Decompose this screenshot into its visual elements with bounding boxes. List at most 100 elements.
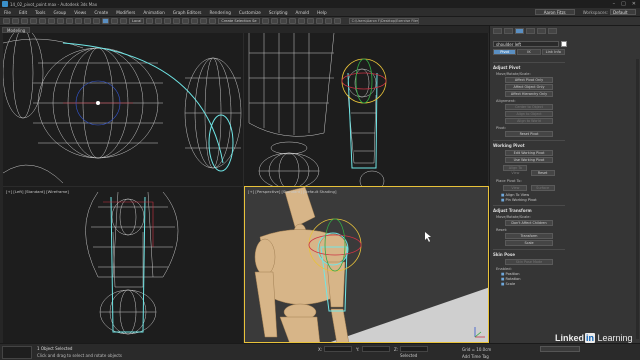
link-info-mode-button[interactable]: Link Info (541, 49, 565, 55)
viewport-top-left[interactable] (3, 33, 243, 186)
minimize-button[interactable]: – (613, 1, 616, 7)
maximize-button[interactable]: □ (621, 1, 626, 7)
menu-customize[interactable]: Customize (235, 10, 265, 15)
render-setup-button[interactable] (315, 18, 323, 24)
viewport-top-right[interactable] (244, 33, 488, 186)
place-view-button[interactable]: View (503, 185, 528, 191)
percent-snap-toggle[interactable] (191, 18, 199, 24)
menu-group[interactable]: Group (49, 10, 70, 15)
link-button[interactable] (21, 18, 28, 24)
working-pivot-rollout-title[interactable]: Working Pivot (493, 140, 565, 148)
hierarchy-tab-icon[interactable] (515, 28, 524, 34)
z-coord-field[interactable] (400, 346, 428, 352)
panel-scrollbar[interactable] (636, 59, 639, 339)
edit-working-pivot-button[interactable]: Edit Working Pivot (505, 150, 553, 156)
user-account-button[interactable]: Aaron Fitzs (534, 9, 575, 15)
menu-help[interactable]: Help (313, 10, 331, 15)
skin-pose-rollout-title[interactable]: Skin Pose (493, 249, 565, 257)
use-working-pivot-button[interactable]: Use Working Pivot (505, 157, 553, 163)
reset-working-pivot-button[interactable]: Reset (530, 170, 555, 176)
menu-scripting[interactable]: Scripting (265, 10, 292, 15)
align-to-world-button[interactable]: Align to World (505, 118, 553, 124)
rectangular-selection-button[interactable] (75, 18, 82, 24)
angle-snap-toggle[interactable] (182, 18, 190, 24)
select-rotate-button[interactable] (102, 18, 109, 24)
skin-pose-mode-button[interactable]: Skin Pose Mode (505, 259, 553, 265)
menu-arnold[interactable]: Arnold (292, 10, 314, 15)
modify-tab-icon[interactable] (504, 28, 513, 34)
motion-tab-icon[interactable] (526, 28, 535, 34)
y-coord-field[interactable] (362, 346, 390, 352)
window-crossing-button[interactable] (84, 18, 91, 24)
pivot-center-button[interactable] (146, 18, 154, 24)
affect-hierarchy-only-button[interactable]: Affect Hierarchy Only (505, 91, 553, 97)
viewport-perspective[interactable]: [+] [Perspective] [Standard] [Default Sh… (244, 186, 489, 343)
viewport-label[interactable]: [+] [Left] [Standard] [Wireframe] (6, 189, 69, 194)
autokey-selected[interactable]: Selected (400, 353, 417, 358)
tab-modeling[interactable]: Modeling (2, 26, 31, 33)
menu-views[interactable]: Views (70, 10, 90, 15)
unlink-button[interactable] (30, 18, 37, 24)
curve-editor-button[interactable] (288, 18, 296, 24)
dont-affect-children-button[interactable]: Don't Affect Children (505, 220, 553, 226)
affect-pivot-only-button[interactable]: Affect Pivot Only (505, 77, 553, 83)
menu-modifiers[interactable]: Modifiers (112, 10, 139, 15)
utilities-tab-icon[interactable] (548, 28, 557, 34)
redo-button[interactable] (12, 18, 19, 24)
project-path-field[interactable]: C:\Users\Aaron F\Desktop\Exercise Files\ (348, 18, 419, 24)
workspace-select[interactable]: Default (610, 9, 636, 15)
menu-animation[interactable]: Animation (139, 10, 168, 15)
named-selection-set-select[interactable]: Create Selection Se (218, 18, 260, 24)
select-object-button[interactable] (57, 18, 64, 24)
rotation-checkbox[interactable]: Rotation (501, 277, 565, 281)
schematic-view-button[interactable] (297, 18, 305, 24)
x-coord-field[interactable] (324, 346, 352, 352)
menu-tools[interactable]: Tools (31, 10, 49, 15)
reset-pivot-button[interactable]: Reset Pivot (505, 131, 553, 137)
align-button[interactable] (270, 18, 278, 24)
scale-checkbox[interactable]: Scale (501, 282, 565, 286)
object-name-field[interactable]: shoulder left (493, 41, 559, 47)
material-editor-button[interactable] (306, 18, 314, 24)
place-surface-button[interactable]: Surface (530, 185, 555, 191)
align-to-object-button[interactable]: Align to Object (505, 111, 553, 117)
selection-filter-button[interactable] (48, 18, 55, 24)
select-by-name-button[interactable] (66, 18, 73, 24)
rendered-frame-window-button[interactable] (324, 18, 332, 24)
reference-coord-system-select[interactable]: Local (129, 18, 145, 24)
close-button[interactable]: ✕ (632, 1, 636, 7)
create-tab-icon[interactable] (493, 28, 502, 34)
object-color-swatch[interactable] (561, 41, 567, 47)
select-scale-button[interactable] (111, 18, 118, 24)
keyboard-shortcut-toggle[interactable] (164, 18, 172, 24)
playback-controls[interactable] (540, 346, 580, 352)
adjust-transform-rollout-title[interactable]: Adjust Transform (493, 205, 565, 213)
spinner-snap-toggle[interactable] (200, 18, 208, 24)
render-production-button[interactable] (333, 18, 341, 24)
align-to-view-button[interactable]: Align To View (503, 165, 528, 175)
viewport-label[interactable]: [+] [Perspective] [Standard] [Default Sh… (248, 189, 336, 194)
align-to-view-checkbox[interactable]: Align To View (501, 193, 565, 197)
menu-file[interactable]: File (0, 10, 15, 15)
viewport-left[interactable]: [+] [Left] [Standard] [Wireframe] (3, 187, 243, 343)
edit-named-selection-button[interactable] (209, 18, 217, 24)
position-checkbox[interactable]: Position (501, 272, 565, 276)
menu-graph-editors[interactable]: Graph Editors (169, 10, 206, 15)
bind-space-warp-button[interactable] (39, 18, 46, 24)
reset-transform-button[interactable]: Transform (505, 233, 553, 239)
menu-edit[interactable]: Edit (15, 10, 31, 15)
display-tab-icon[interactable] (537, 28, 546, 34)
layer-explorer-button[interactable] (279, 18, 287, 24)
snaps-toggle[interactable] (173, 18, 181, 24)
pin-working-pivot-checkbox[interactable]: Pin Working Pivot (501, 198, 565, 202)
maxscript-listener[interactable] (2, 346, 32, 359)
add-time-tag-button[interactable]: Add Time Tag (462, 354, 489, 359)
center-to-object-button[interactable]: Center to Object (505, 104, 553, 110)
pivot-mode-button[interactable]: Pivot (493, 49, 517, 55)
adjust-pivot-rollout-title[interactable]: Adjust Pivot (493, 62, 565, 70)
undo-button[interactable] (3, 18, 10, 24)
menu-rendering[interactable]: Rendering (206, 10, 235, 15)
select-move-button[interactable] (93, 18, 100, 24)
menu-create[interactable]: Create (90, 10, 112, 15)
select-place-button[interactable] (120, 18, 127, 24)
